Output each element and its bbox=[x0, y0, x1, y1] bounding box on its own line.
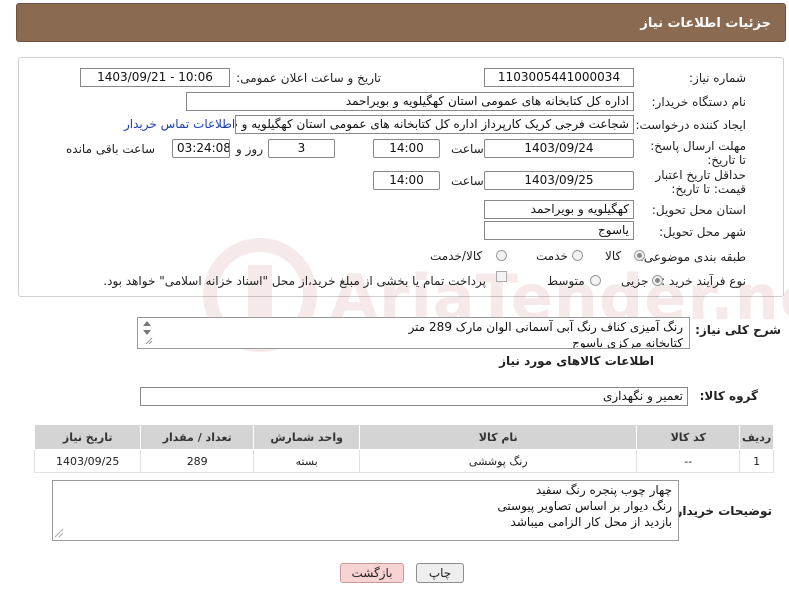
buyer-org-label: نام دستگاه خریدار: bbox=[651, 95, 747, 109]
buyer-notes-line-2: رنگ دیوار بر اساس تصاویر پیوستی bbox=[497, 499, 672, 513]
process-label: نوع فرآیند خرید : bbox=[661, 274, 746, 288]
need-number-label: شماره نیاز: bbox=[689, 71, 746, 85]
table-row[interactable]: 1 -- رنگ پوششی بسته 289 1403/09/25 bbox=[33, 449, 774, 473]
category-option-both: کالا/خدمت bbox=[430, 249, 483, 263]
cell-date: 1403/09/25 bbox=[33, 449, 142, 473]
category-option-service: خدمت bbox=[536, 249, 568, 263]
category-radio-goods[interactable] bbox=[634, 250, 645, 261]
city-field[interactable]: یاسوج bbox=[484, 221, 634, 240]
col-code-header: کد کالا bbox=[636, 424, 741, 450]
buyer-notes-label: توضیحات خریدار: bbox=[670, 504, 772, 518]
process-radio-minor[interactable] bbox=[652, 275, 663, 286]
price-time-field[interactable]: 14:00 bbox=[373, 171, 440, 190]
col-name-header: نام کالا bbox=[359, 424, 638, 450]
payment-note: پرداخت تمام یا بخشی از مبلغ خرید،از محل … bbox=[103, 274, 486, 288]
summary-scroll-arrows-icon[interactable] bbox=[140, 318, 154, 346]
print-button[interactable]: چاپ bbox=[416, 563, 464, 583]
price-date-field[interactable]: 1403/09/25 bbox=[484, 171, 634, 190]
cell-code: -- bbox=[636, 449, 741, 473]
price-validity-label: حداقل تاریخ اعتبار قیمت: تا تاریخ: bbox=[655, 168, 746, 196]
process-option-medium: متوسط bbox=[547, 274, 585, 288]
reply-date-field[interactable]: 1403/09/24 bbox=[484, 139, 634, 158]
province-field[interactable]: کهگیلویه و بویراحمد bbox=[484, 200, 634, 219]
cell-unit: بسته bbox=[252, 449, 361, 473]
days-field[interactable]: 3 bbox=[268, 139, 335, 158]
remaining-label: ساعت باقی مانده bbox=[66, 142, 156, 156]
buyer-contact-link[interactable]: اطلاعات تماس خریدار bbox=[124, 117, 235, 131]
process-option-minor: جزیی bbox=[621, 274, 649, 288]
summary-textarea[interactable]: رنگ آمیزی کناف رنگ آبی آسمانی الوان مارک… bbox=[137, 317, 690, 349]
col-row-header: ردیف bbox=[739, 424, 774, 450]
col-qty-header: تعداد / مقدار bbox=[140, 424, 254, 450]
category-label: طبقه بندی موضوعی: bbox=[639, 250, 746, 264]
goods-group-label: گروه کالا: bbox=[699, 389, 758, 403]
buyer-notes-line-3: بازدید از محل کار الزامی میباشد bbox=[510, 515, 672, 529]
buyer-notes-line-1: چهار چوب پنجره رنگ سفید bbox=[535, 483, 672, 497]
col-unit-header: واحد شمارش bbox=[252, 424, 361, 450]
resize-grip-icon[interactable] bbox=[54, 528, 64, 538]
back-button[interactable]: بازگشت bbox=[340, 563, 404, 583]
cell-qty: 289 bbox=[140, 449, 254, 473]
announce-field[interactable]: 1403/09/21 - 10:06 bbox=[80, 68, 230, 87]
goods-group-field[interactable]: تعمیر و نگهداری bbox=[140, 387, 688, 406]
goods-table-header: ردیف کد کالا نام کالا واحد شمارش تعداد /… bbox=[33, 424, 774, 450]
goods-section-title: اطلاعات کالاهای مورد نیاز bbox=[499, 354, 654, 368]
reply-time-field[interactable]: 14:00 bbox=[373, 139, 440, 158]
summary-label: شرح کلی نیاز: bbox=[695, 323, 781, 337]
goods-table: ردیف کد کالا نام کالا واحد شمارش تعداد /… bbox=[33, 424, 774, 473]
col-date-header: تاریخ نیاز bbox=[33, 424, 142, 450]
category-option-goods: کالا bbox=[605, 249, 622, 263]
city-label: شهر محل تحویل: bbox=[659, 225, 746, 239]
days-label: روز و bbox=[236, 142, 263, 156]
page-title: جزئیات اطلاعات نیاز bbox=[640, 16, 771, 31]
cell-name: رنگ پوششی bbox=[359, 449, 638, 473]
treasury-checkbox[interactable] bbox=[496, 271, 507, 282]
page-header: جزئیات اطلاعات نیاز bbox=[16, 3, 786, 42]
process-radio-medium[interactable] bbox=[590, 275, 601, 286]
creator-field[interactable]: شجاعت فرجی کریک کارپرداز اداره کل کتابخا… bbox=[235, 115, 634, 134]
summary-line-2: کتابخانه مرکزی یاسوج bbox=[572, 336, 683, 349]
need-number-field[interactable]: 1103005441000034 bbox=[484, 68, 634, 87]
category-radio-service[interactable] bbox=[572, 250, 583, 261]
buyer-notes-textarea[interactable]: چهار چوب پنجره رنگ سفید رنگ دیوار بر اسا… bbox=[52, 480, 679, 541]
reply-deadline-label: مهلت ارسال پاسخ: تا تاریخ: bbox=[650, 139, 746, 167]
reply-time-label: ساعت bbox=[451, 142, 484, 156]
creator-label: ایجاد کننده درخواست: bbox=[635, 118, 746, 132]
remaining-time-field[interactable]: 03:24:08 bbox=[172, 139, 230, 158]
summary-line-1: رنگ آمیزی کناف رنگ آبی آسمانی الوان مارک… bbox=[408, 320, 683, 334]
category-radio-both[interactable] bbox=[496, 250, 507, 261]
buyer-org-field[interactable]: اداره کل کتابخانه های عمومی استان کهگیلو… bbox=[186, 92, 634, 111]
announce-label: تاریخ و ساعت اعلان عمومی: bbox=[236, 71, 381, 85]
cell-row: 1 bbox=[739, 449, 774, 473]
province-label: استان محل تحویل: bbox=[651, 203, 746, 217]
price-time-label: ساعت bbox=[451, 174, 484, 188]
